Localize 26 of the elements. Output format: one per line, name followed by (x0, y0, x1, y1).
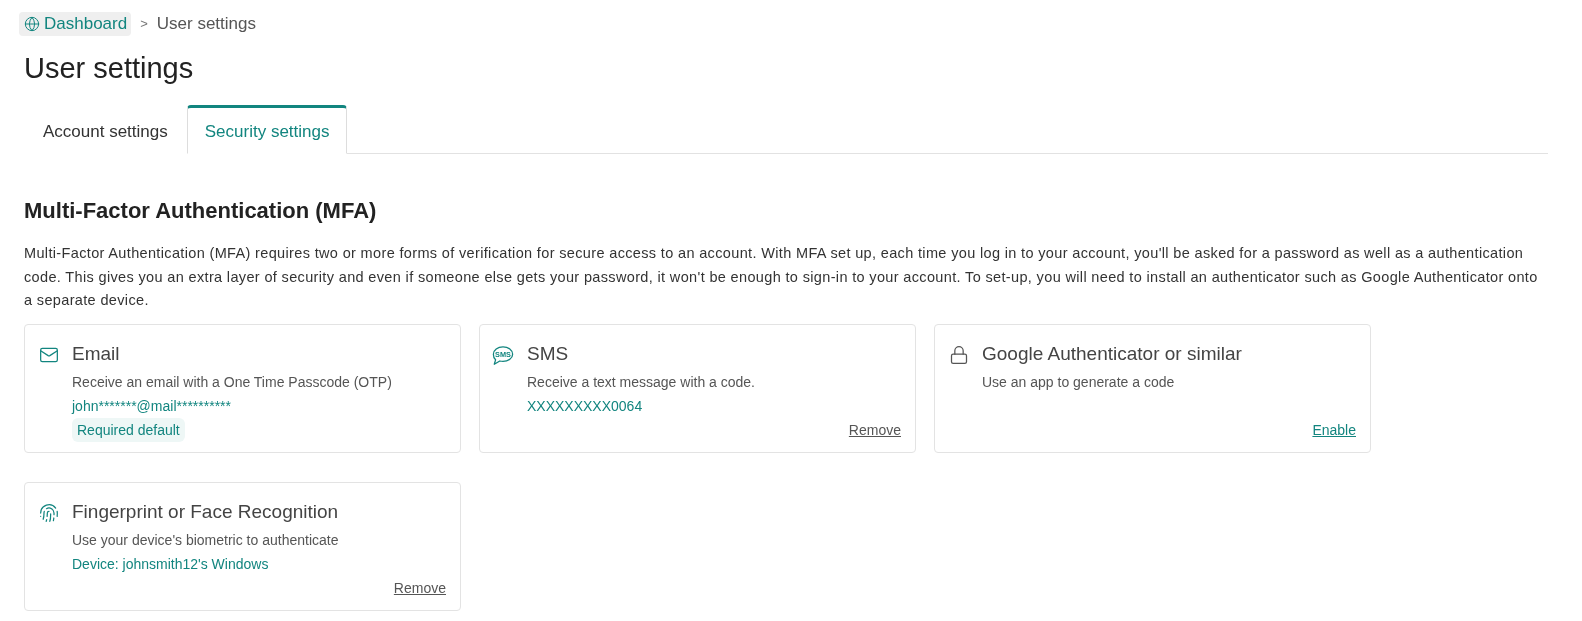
enable-link[interactable]: Enable (1312, 417, 1356, 442)
remove-link[interactable]: Remove (848, 417, 901, 442)
globe-icon (24, 16, 40, 32)
method-value: Device: johnsmith12's Windows (72, 554, 269, 574)
tab[interactable]: Security settings (186, 105, 348, 154)
page-title: User settings (24, 51, 195, 86)
breadcrumb-separator: > (140, 15, 148, 33)
breadcrumb-link[interactable]: Dashboard (19, 12, 132, 36)
default-tag: Required default (72, 417, 185, 442)
remove-link[interactable]: Remove (393, 575, 446, 600)
method-description: Receive an email with a One Time Passcode (OTP) (72, 372, 392, 392)
method-title: Fingerprint or Face Recognition (72, 499, 339, 524)
method-title: SMS (527, 341, 569, 366)
breadcrumb-current: User settings (156, 14, 256, 34)
sms-bubble-icon: SMS (492, 344, 514, 366)
method-title: Google Authenticator or similar (982, 341, 1242, 366)
method-value: XXXXXXXXX0064 (527, 396, 643, 416)
method-value: john*******@mail********** (72, 396, 231, 416)
fingerprint-icon (39, 502, 59, 523)
method-description: Receive a text message with a code. (527, 372, 755, 392)
method-description: Use your device's biometric to authenticate (72, 530, 339, 550)
method-title: Email (72, 341, 120, 366)
padlock-icon (949, 344, 969, 365)
section-description: Multi-Factor Authentication (MFA) requires two or more forms of verification for secure access to an account. With MFA set up, each time you log in to your account, you'll be asked for a password as well as a authentication code. This gives you an extra layer of security and even if someone else gets your password, it won't be enough to sign-in to your account. To set-up, you will need to install an authenticator such as Google Authenticator onto a separate device. (24, 244, 1539, 310)
method-description: Use an app to generate a code (982, 372, 1175, 392)
section-heading: Multi-Factor Authentication (MFA) (24, 197, 378, 225)
